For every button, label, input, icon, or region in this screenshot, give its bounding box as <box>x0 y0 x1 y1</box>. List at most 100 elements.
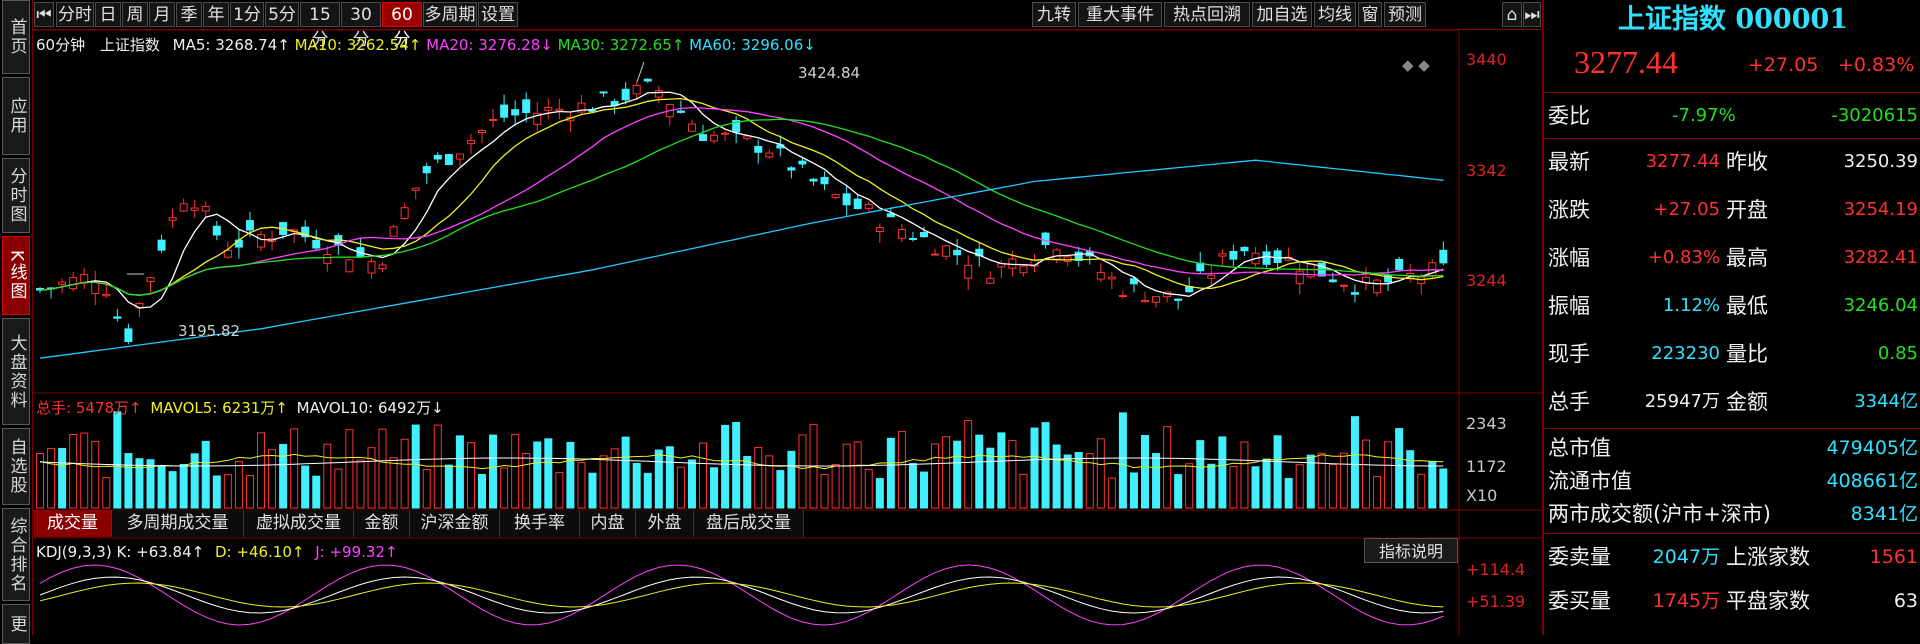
candle-body <box>908 237 917 240</box>
candle-body <box>1118 295 1127 298</box>
quote-price: 3277.44 <box>1574 44 1678 80</box>
indicator-tab-8[interactable]: 盘后成交量 <box>694 510 804 537</box>
left-tab-3[interactable]: K线图 <box>2 236 30 315</box>
left-tab-0[interactable]: 首页 <box>2 0 30 74</box>
left-tab-1[interactable]: 应用 <box>2 77 30 155</box>
price-panel-frame <box>32 30 1460 394</box>
volume-bar <box>47 448 56 509</box>
prev-icon[interactable]: ⏮ <box>34 2 54 27</box>
quote-label: 总手 <box>1548 390 1590 414</box>
period-tab-2[interactable]: 周 <box>122 2 148 27</box>
volume-bar <box>389 457 398 509</box>
period-tab-3[interactable]: 月 <box>149 2 175 27</box>
lock-icon[interactable]: ⌂ <box>1502 2 1522 27</box>
period-tab-5[interactable]: 年 <box>203 2 229 27</box>
indicator-tab-3[interactable]: 金额 <box>354 510 410 537</box>
divider <box>1544 138 1920 139</box>
mavol10-line <box>39 457 1444 467</box>
ma5-label: MA5: 3268.74↑ <box>172 36 290 54</box>
quote-row: 涨跌 +27.05 开盘 3254.19 <box>1548 190 1918 230</box>
volume-bar <box>643 472 652 509</box>
volume-bar <box>179 463 188 509</box>
candle-body <box>1395 258 1404 271</box>
period-tab-6[interactable]: 1分 <box>230 2 264 27</box>
tool-button-5[interactable]: 窗 <box>1358 2 1382 27</box>
period-tab-0[interactable]: 分时 <box>56 2 94 27</box>
period-tab-9[interactable]: 30分 <box>341 2 381 50</box>
quote-label: 量比 <box>1726 342 1768 366</box>
candle-body <box>378 264 387 270</box>
volume-bar <box>577 462 586 509</box>
volume-bar <box>455 435 464 509</box>
ma5-line <box>39 91 1444 309</box>
candle-body <box>1107 276 1116 280</box>
tool-button-1[interactable]: 重大事件 <box>1078 2 1162 27</box>
ma10-label: MA10: 3262.54↑ <box>294 36 422 54</box>
period-tab-1[interactable]: 日 <box>95 2 121 27</box>
quote-label: 涨幅 <box>1548 246 1590 270</box>
candle-body <box>875 227 884 232</box>
period-tab-7[interactable]: 5分 <box>265 2 299 27</box>
volume-bar <box>886 437 895 509</box>
candle-body <box>787 167 796 171</box>
volume-bar <box>1428 460 1437 509</box>
indicator-tab-2[interactable]: 虚拟成交量 <box>244 510 354 537</box>
indicator-tab-4[interactable]: 沪深金额 <box>410 510 500 537</box>
indicator-tab-0[interactable]: 成交量 <box>34 510 112 537</box>
period-tab-10[interactable]: 60分 <box>382 2 422 50</box>
order-label: 委卖量 <box>1548 545 1611 569</box>
kdj-j-label: J: +99.32↑ <box>315 543 398 561</box>
indicator-tab-1[interactable]: 多周期成交量 <box>112 510 244 537</box>
left-tab-4[interactable]: 大盘资料 <box>2 318 30 425</box>
tool-button-6[interactable]: 预测 <box>1384 2 1426 27</box>
quote-title: 上证指数 000001 <box>1617 4 1849 35</box>
candle-body <box>842 193 851 206</box>
candle-body <box>687 123 696 132</box>
diamond-icon[interactable]: ◆ ◆ <box>1402 56 1430 74</box>
candle-body <box>897 228 906 239</box>
volume-bar <box>1439 468 1448 509</box>
indicator-tab-6[interactable]: 内盘 <box>580 510 636 537</box>
candle-body <box>931 253 940 256</box>
tool-button-3[interactable]: 加自选 <box>1252 2 1312 27</box>
volume-bar <box>1085 453 1094 509</box>
order-label: 委买量 <box>1548 589 1611 613</box>
candle-body <box>1262 251 1271 265</box>
ma60-label: MA60: 3296.06↓ <box>689 36 816 54</box>
left-tab-7[interactable]: 更 <box>2 604 30 644</box>
volume-bar <box>466 442 475 509</box>
volume-bar <box>245 475 254 509</box>
indicator-tab-7[interactable]: 外盘 <box>636 510 694 537</box>
candle-body <box>1041 232 1050 246</box>
tool-button-4[interactable]: 均线 <box>1314 2 1356 27</box>
candle-body <box>345 259 354 273</box>
left-tab-5[interactable]: 自选股 <box>2 428 30 505</box>
period-tab-8[interactable]: 15分 <box>300 2 340 50</box>
candle-body <box>201 205 210 212</box>
candle-body <box>1207 274 1216 279</box>
volume-bar <box>975 434 984 509</box>
tool-button-2[interactable]: 热点回溯 <box>1164 2 1250 27</box>
tool-button-0[interactable]: 九转 <box>1032 2 1076 27</box>
indicator-tab-5[interactable]: 换手率 <box>500 510 580 537</box>
candle-body <box>765 152 774 158</box>
indicator-help-button[interactable]: 指标说明 <box>1364 538 1458 563</box>
volume-bar <box>599 455 608 509</box>
volume-bar <box>1262 458 1271 509</box>
candle-body <box>422 166 431 174</box>
volume-bar <box>997 432 1006 509</box>
left-tab-6[interactable]: 综合排名 <box>2 508 30 601</box>
left-tab-2[interactable]: 分时图 <box>2 158 30 233</box>
period-tab-12[interactable]: 设置 <box>478 2 518 27</box>
volume-bar <box>91 440 100 509</box>
next-icon[interactable]: ⏭ <box>1523 2 1541 27</box>
volume-bar <box>1163 426 1172 509</box>
volume-bar <box>1030 427 1039 509</box>
quote-change-pct: +0.83% <box>1838 54 1915 76</box>
volume-bar <box>1052 444 1061 509</box>
total-volume-label: 总手: 5478万↑ <box>36 399 142 417</box>
ma30-label: MA30: 3272.65↑ <box>557 36 685 54</box>
period-tab-11[interactable]: 多周期 <box>423 2 477 27</box>
period-tab-4[interactable]: 季 <box>176 2 202 27</box>
high-marker-label: 3424.84 <box>798 64 861 82</box>
